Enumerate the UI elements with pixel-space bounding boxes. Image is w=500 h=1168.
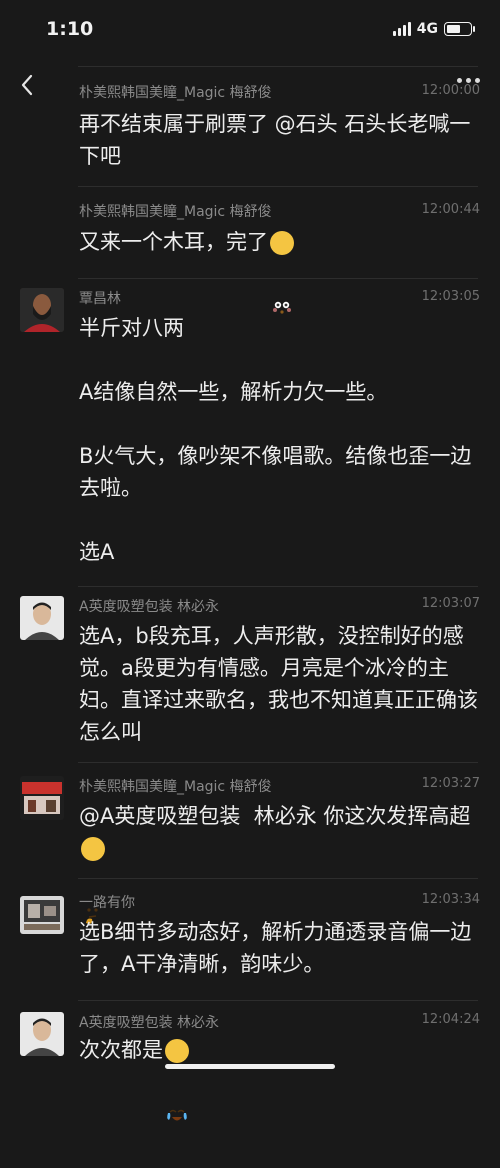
status-time: 1:10 [46,18,94,40]
network-type: 4G [416,21,438,37]
message-text: 又来一个木耳，完了 [79,230,268,254]
message-body: @A英度吸塑包装 林必永 你这次发挥高超 [79,800,479,924]
divider [78,878,478,879]
divider [78,66,478,67]
divider [78,762,478,763]
message-body: 又来一个木耳，完了 [79,226,479,314]
list-item: A英度吸塑包装 林必永 12:04:24 次次都是 [0,1000,500,1121]
list-item: A英度吸塑包装 林必永 12:03:07 选A，b段充耳，人声形散，没控制好的感… [0,586,500,756]
sender-name: 覃昌林 [79,291,121,307]
status-bar: 1:10 4G [0,0,500,60]
list-item: 一路有你 12:03:34 选B细节多动态好，解析力通透录音偏一边了，A干净清晰… [0,878,500,996]
thinking-face-icon [81,837,105,924]
battery-icon [444,22,475,36]
avatar[interactable] [20,776,64,820]
message-text: 再不结束属于刷票了 @石头 石头长老喊一下吧 [79,112,471,168]
home-indicator[interactable] [165,1064,335,1069]
list-item: 覃昌林 12:03:05 半斤对八两 A结像自然一些，解析力欠一些。 B火气大，… [0,278,500,578]
message-time: 12:03:34 [421,892,480,907]
sender-name: A英度吸塑包装 林必永 [79,599,220,615]
sender-name: 朴美熙韩国美瞳_Magic 梅舒俊 [79,779,272,795]
sender-name: 朴美熙韩国美瞳_Magic 梅舒俊 [79,85,272,101]
message-text: 选B细节多动态好，解析力通透录音偏一边了，A干净清晰，韵味少。 [79,920,472,976]
list-item: 朴美熙韩国美瞳_Magic 梅舒俊 12:00:00 再不结束属于刷票了 @石头… [0,66,500,176]
divider [78,1000,478,1001]
avatar[interactable] [20,1012,64,1056]
list-item: 朴美熙韩国美瞳_Magic 梅舒俊 12:00:44 又来一个木耳，完了 [0,186,500,314]
message-time: 12:03:07 [421,596,480,611]
message-time: 12:03:27 [421,776,480,791]
divider [78,186,478,187]
sender-name: A英度吸塑包装 林必永 [79,1015,220,1031]
sender-name: 朴美熙韩国美瞳_Magic 梅舒俊 [79,204,272,220]
message-time: 12:00:44 [421,202,480,217]
message-text: 半斤对八两 A结像自然一些，解析力欠一些。 B火气大，像吵架不像唱歌。结像也歪一… [79,316,472,564]
flushed-face-icon [270,231,294,314]
crying-face-icon [165,1039,189,1121]
message-body: 次次都是 [79,1034,479,1121]
avatar[interactable] [20,288,64,332]
message-time: 12:00:00 [421,83,480,98]
signal-icon [392,22,411,36]
message-text: @A英度吸塑包装 林必永 你这次发挥高超 [79,804,471,828]
status-icons: 4G [392,21,475,37]
avatar[interactable] [20,596,64,640]
avatar[interactable] [20,896,64,934]
divider [78,278,478,279]
message-time: 12:03:05 [421,289,480,304]
sender-name: 一路有你 [79,895,135,911]
message-text: 选A，b段充耳，人声形散，没控制好的感觉。a段更为有情感。月亮是个冰冷的主妇。直… [79,624,478,744]
divider [78,586,478,587]
message-time: 12:04:24 [421,1012,480,1027]
message-text: 次次都是 [79,1038,163,1062]
list-item: 朴美熙韩国美瞳_Magic 梅舒俊 12:03:27 @A英度吸塑包装 林必永 … [0,762,500,924]
